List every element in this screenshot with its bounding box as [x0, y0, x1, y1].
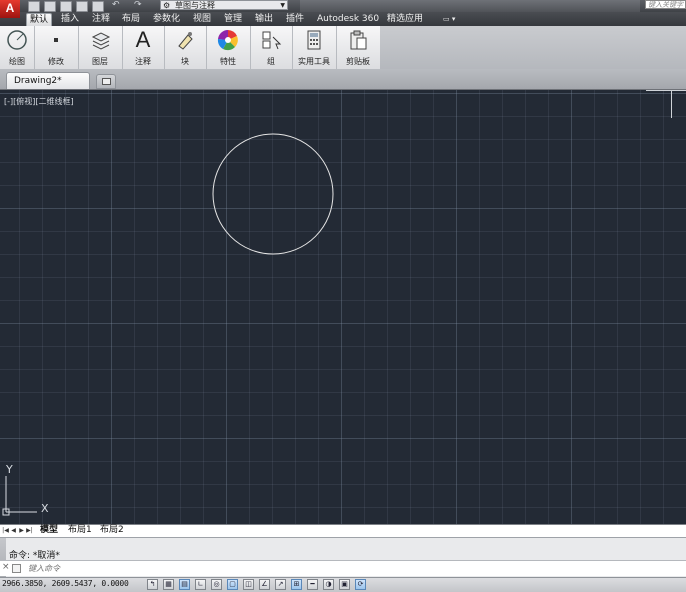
tab-annotate[interactable]: 注释: [89, 13, 113, 26]
panel-draw[interactable]: 绘图: [0, 26, 35, 69]
title-bar: A ↶ ↷ ⚙ 草图与注释 ▼ 键入关键字: [0, 0, 686, 18]
panel-label: 实用工具: [298, 57, 330, 66]
annotation-icon: A: [135, 27, 151, 52]
layout-tab-bar: |◀ ◀ ▶ ▶| 模型 布局1 布局2: [0, 524, 686, 537]
workspace-label: 草图与注释: [175, 1, 215, 10]
tab-featured-apps[interactable]: 精选应用: [384, 13, 426, 26]
group-icon: [262, 31, 282, 50]
properties-icon: [217, 29, 238, 51]
utilities-icon: [307, 30, 321, 50]
ortho-mode-icon[interactable]: ∟: [195, 579, 206, 590]
panel-label: 注释: [135, 57, 151, 66]
panel-clipboard[interactable]: 剪贴板: [336, 26, 381, 69]
transparency-icon[interactable]: ◑: [323, 579, 334, 590]
file-tab-drawing2[interactable]: Drawing2*: [6, 72, 90, 89]
undo-icon[interactable]: ↶: [112, 1, 122, 10]
ribbon-minimize-icon[interactable]: ▭ ▾: [440, 13, 458, 26]
close-icon[interactable]: ×: [2, 562, 10, 572]
ribbon: 绘图 修改 图层 A 注释 块 特性 组 实用工具 剪贴板: [0, 26, 686, 70]
print-icon[interactable]: [92, 1, 104, 12]
layers-icon: [91, 32, 111, 50]
panel-annotation[interactable]: A 注释: [122, 26, 165, 69]
tab-parametric[interactable]: 参数化: [150, 13, 183, 26]
panel-label: 修改: [48, 57, 64, 66]
object-snap-tracking-icon[interactable]: ∠: [259, 579, 270, 590]
selection-cycling-icon[interactable]: ⟳: [355, 579, 366, 590]
command-window: 命令: *取消* ×: [0, 537, 686, 578]
new-tab-icon: [102, 78, 111, 85]
tab-output[interactable]: 输出: [252, 13, 276, 26]
panel-layers[interactable]: 图层: [78, 26, 123, 69]
quick-properties-icon[interactable]: ▣: [339, 579, 350, 590]
panel-block[interactable]: 块: [164, 26, 207, 69]
open-icon[interactable]: [44, 1, 56, 12]
chevron-down-icon: ▼: [280, 2, 285, 9]
panel-utilities[interactable]: 实用工具: [292, 26, 337, 69]
coordinate-readout[interactable]: 2966.3850, 2609.5437, 0.0000: [2, 579, 129, 588]
ucs-icon: Y X: [2, 463, 49, 516]
prev-layout-icon[interactable]: ◀: [10, 526, 17, 535]
snap-mode-icon[interactable]: ▦: [163, 579, 174, 590]
tab-plugins[interactable]: 插件: [283, 13, 307, 26]
application-menu-button[interactable]: A: [0, 0, 20, 18]
panel-properties[interactable]: 特性: [206, 26, 251, 69]
tab-model[interactable]: 模型: [36, 525, 63, 536]
panel-label: 剪贴板: [346, 57, 370, 66]
object-snap-icon[interactable]: ▢: [227, 579, 238, 590]
new-icon[interactable]: [28, 1, 40, 12]
tab-manage[interactable]: 管理: [221, 13, 245, 26]
command-input-row: ×: [0, 560, 686, 576]
next-layout-icon[interactable]: ▶: [18, 526, 25, 535]
title-area: [300, 0, 640, 12]
drawing-canvas[interactable]: [-][俯视][二维线框] Y X: [0, 90, 686, 524]
dynamic-ucs-icon[interactable]: ↗: [275, 579, 286, 590]
tab-layout[interactable]: 布局: [119, 13, 143, 26]
ribbon-tab-bar: 默认 插入 注释 布局 参数化 视图 管理 输出 插件 Autodesk 360…: [0, 12, 686, 27]
file-tab-bar: Drawing2*: [0, 69, 686, 90]
saveas-icon[interactable]: [76, 1, 88, 12]
workspace-dropdown[interactable]: ⚙ 草图与注释 ▼: [160, 0, 288, 10]
show-lineweight-icon[interactable]: ━: [307, 579, 318, 590]
grid-display-icon[interactable]: ▤: [179, 579, 190, 590]
new-drawing-tab-button[interactable]: [96, 74, 116, 89]
tab-default[interactable]: 默认: [26, 13, 53, 27]
panel-modify[interactable]: 修改: [34, 26, 79, 69]
tab-layout1[interactable]: 布局1: [64, 525, 96, 536]
tab-layout2[interactable]: 布局2: [96, 525, 128, 536]
tab-autodesk360[interactable]: Autodesk 360: [314, 13, 382, 26]
tab-view[interactable]: 视图: [190, 13, 214, 26]
redo-icon[interactable]: ↷: [134, 1, 144, 10]
search-input[interactable]: 键入关键字: [645, 0, 686, 9]
panel-label: 特性: [220, 57, 236, 66]
command-input[interactable]: [24, 561, 672, 575]
clipboard-icon: [350, 30, 367, 50]
ucs-y-label: Y: [5, 463, 13, 476]
save-icon[interactable]: [60, 1, 72, 12]
block-icon: [178, 32, 193, 50]
panel-label: 块: [181, 57, 189, 66]
ucs-x-label: X: [41, 502, 49, 515]
panel-group[interactable]: 组: [250, 26, 293, 69]
tab-insert[interactable]: 插入: [58, 13, 82, 26]
polar-tracking-icon[interactable]: ◎: [211, 579, 222, 590]
3d-object-snap-icon[interactable]: ◫: [243, 579, 254, 590]
last-layout-icon[interactable]: ▶|: [26, 526, 33, 535]
gear-icon: ⚙: [163, 1, 171, 10]
draw-icon: [7, 30, 27, 50]
panel-label: 组: [267, 57, 275, 66]
command-customize-icon[interactable]: [12, 564, 21, 573]
first-layout-icon[interactable]: |◀: [2, 526, 9, 535]
dynamic-input-icon[interactable]: ⊞: [291, 579, 302, 590]
status-bar: 2966.3850, 2609.5437, 0.0000 ↰ ▦ ▤ ∟ ◎ ▢ ◫ ∠ ↗ ⊞ ━…: [0, 577, 686, 592]
modify-icon: [54, 38, 58, 42]
panel-label: 图层: [92, 57, 108, 66]
panel-label: 绘图: [9, 57, 25, 66]
infer-constraints-icon[interactable]: ↰: [147, 579, 158, 590]
ribbon-empty-area: [380, 26, 686, 69]
